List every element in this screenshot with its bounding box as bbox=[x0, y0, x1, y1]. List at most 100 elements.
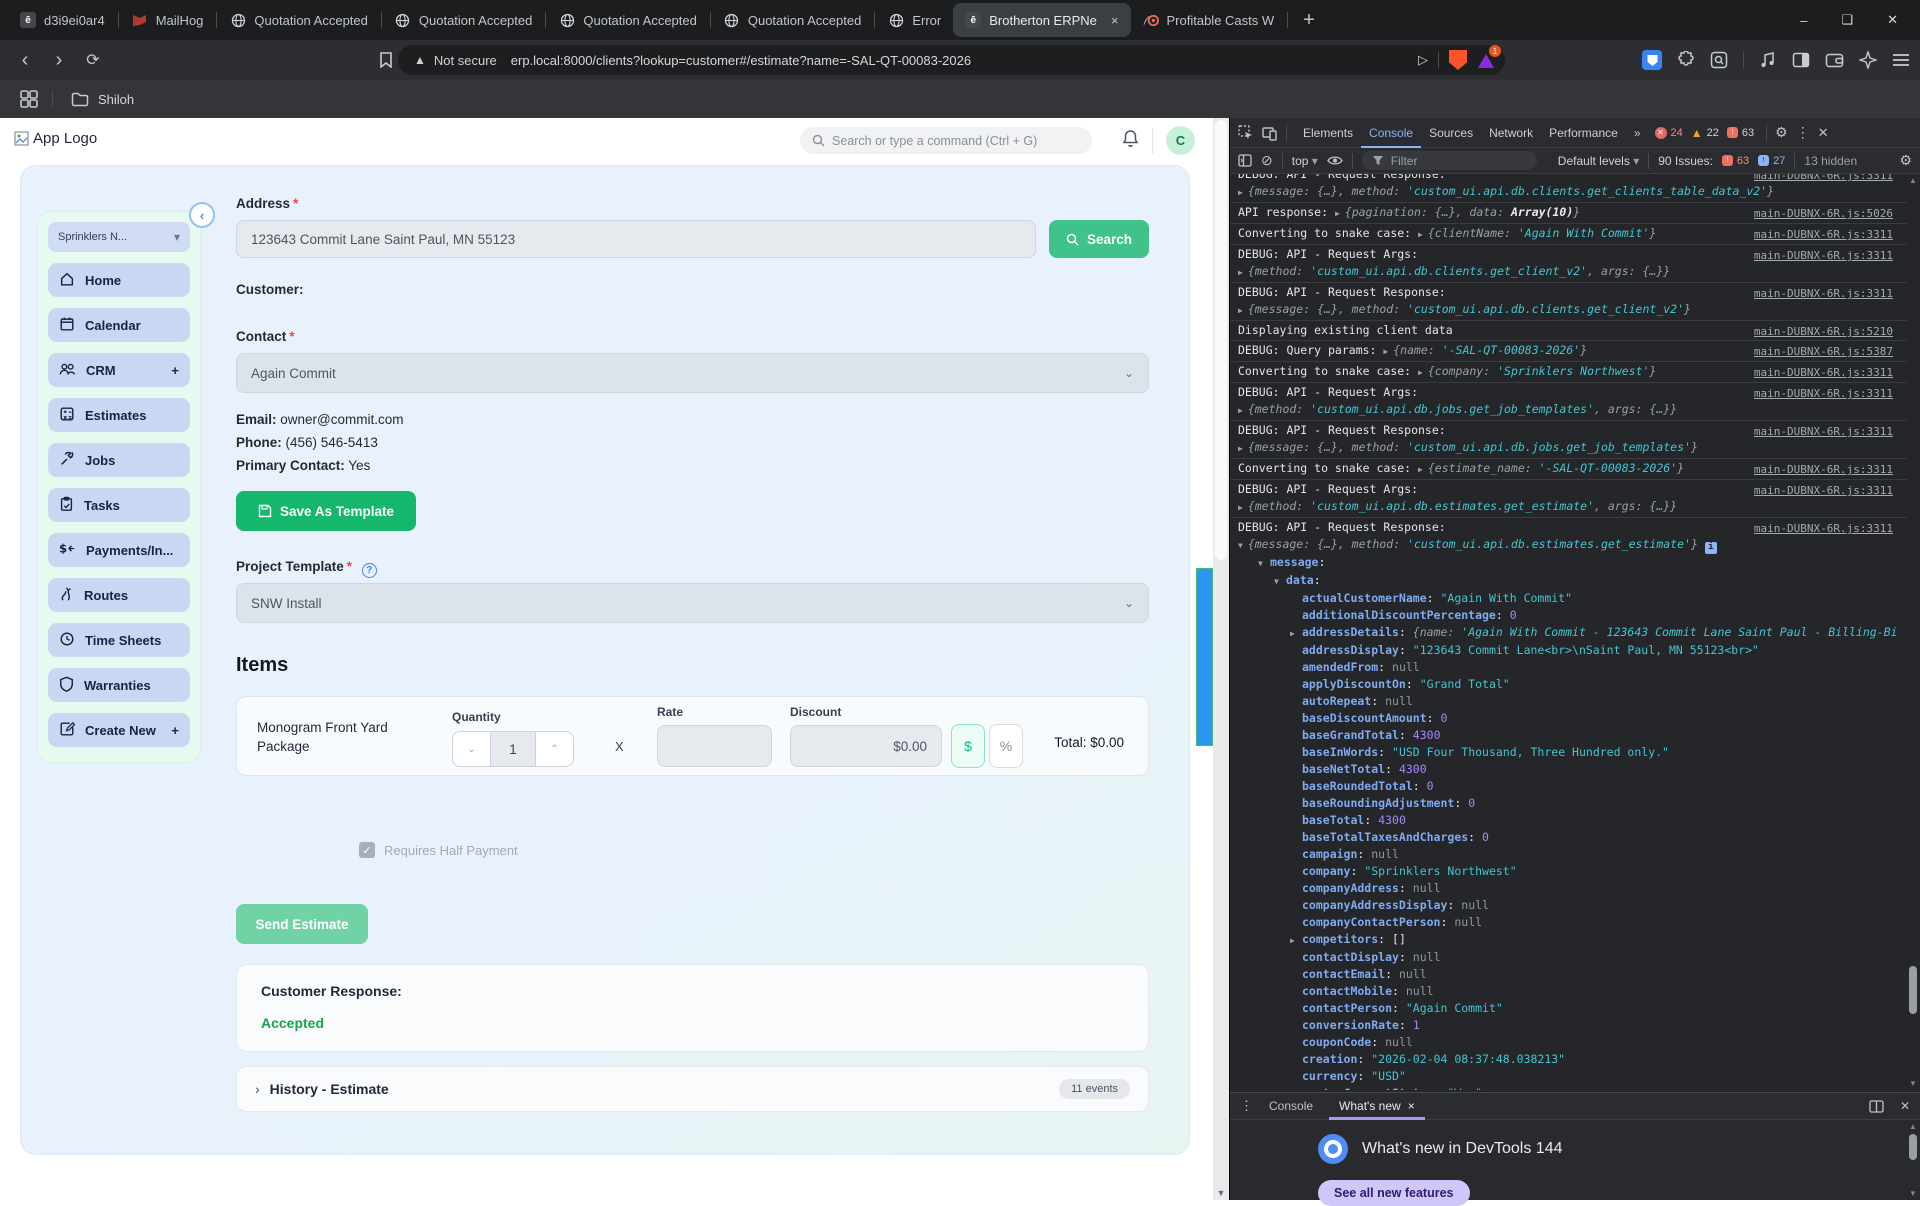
settings-gear-icon[interactable]: ⚙ bbox=[1775, 124, 1788, 141]
more-tabs-icon[interactable]: » bbox=[1634, 126, 1641, 140]
console-entry[interactable]: Converting to snake case: ▶ {estimate_nam… bbox=[1230, 459, 1907, 480]
page-scrollbar-thumb[interactable] bbox=[1215, 120, 1227, 560]
sidebar-item-estimates[interactable]: Estimates bbox=[48, 398, 190, 432]
devtools-scrollbar[interactable]: ▲ ▼ bbox=[1907, 176, 1919, 1088]
sidebar-item-warranties[interactable]: Warranties bbox=[48, 668, 190, 702]
extension-shield-icon[interactable] bbox=[1642, 50, 1662, 70]
source-link[interactable]: main-DUBNX-6R.js:5387 bbox=[1754, 343, 1893, 360]
eye-icon[interactable] bbox=[1327, 155, 1343, 166]
sidebar-item-tasks[interactable]: Tasks bbox=[48, 488, 190, 522]
send-estimate-button[interactable]: Send Estimate bbox=[236, 904, 368, 944]
sidebar-item-time-sheets[interactable]: Time Sheets bbox=[48, 623, 190, 657]
browser-tab[interactable]: Quotation Accepted bbox=[383, 3, 544, 37]
sidebar-item-jobs[interactable]: Jobs bbox=[48, 443, 190, 477]
devtools-tab-sources[interactable]: Sources bbox=[1421, 118, 1481, 148]
page-scrollbar[interactable]: ▼ bbox=[1213, 118, 1229, 1200]
discount-dollar-toggle[interactable]: $ bbox=[951, 724, 985, 768]
sidebar-collapse-button[interactable]: ‹ bbox=[189, 202, 215, 228]
back-icon[interactable]: ‹ bbox=[8, 49, 42, 72]
apps-grid-icon[interactable] bbox=[20, 90, 38, 108]
user-avatar[interactable]: C bbox=[1166, 126, 1195, 155]
url-text[interactable]: erp.local:8000/clients?lookup=customer#/… bbox=[511, 53, 1418, 68]
source-link[interactable]: main-DUBNX-6R.js:3311 bbox=[1754, 226, 1893, 243]
history-accordion[interactable]: › History - Estimate 11 events bbox=[236, 1066, 1149, 1112]
expand-arrow-icon[interactable]: ▶ bbox=[1418, 230, 1423, 239]
devtools-scrollbar-thumb[interactable] bbox=[1909, 966, 1917, 1014]
console-entry[interactable]: DEBUG: API - Request Args: ▶ {method: 'cus… bbox=[1230, 480, 1907, 518]
leo-ai-sparkle-icon[interactable] bbox=[1859, 51, 1877, 69]
search-tabs-icon[interactable] bbox=[1710, 51, 1728, 69]
maximize-icon[interactable]: ❏ bbox=[1841, 12, 1853, 28]
source-link[interactable]: main-DUBNX-6R.js:3311 bbox=[1754, 461, 1893, 478]
devtools-tab-network[interactable]: Network bbox=[1481, 118, 1541, 148]
notifications-bell-icon[interactable] bbox=[1122, 129, 1139, 148]
rate-input[interactable] bbox=[657, 725, 772, 767]
extensions-puzzle-icon[interactable] bbox=[1677, 51, 1695, 69]
bookmark-folder[interactable]: Shiloh bbox=[71, 92, 134, 107]
brave-shield-icon[interactable] bbox=[1449, 50, 1467, 70]
plus-icon[interactable]: + bbox=[171, 363, 179, 378]
kebab-menu-icon[interactable]: ⋮ bbox=[1796, 124, 1810, 141]
new-tab-button[interactable]: + bbox=[1289, 9, 1329, 32]
console-sidebar-icon[interactable] bbox=[1238, 154, 1252, 167]
contact-select[interactable]: Again Commit ⌄ bbox=[236, 353, 1149, 393]
share-icon[interactable]: ▷ bbox=[1418, 52, 1428, 68]
expand-arrow-icon[interactable]: ▶ bbox=[1238, 306, 1243, 315]
sidebar-item-routes[interactable]: Routes bbox=[48, 578, 190, 612]
stepper-down-icon[interactable]: ⌄ bbox=[453, 732, 490, 766]
quantity-value[interactable]: 1 bbox=[489, 732, 537, 766]
expand-arrow-icon[interactable]: ▶ bbox=[1290, 932, 1302, 949]
app-logo[interactable]: App Logo bbox=[14, 130, 97, 147]
expand-arrow-icon[interactable]: ▼ bbox=[1258, 555, 1270, 572]
menu-icon[interactable] bbox=[1892, 53, 1910, 67]
console-entry[interactable]: DEBUG: API - Request Response: ▶ {message:… bbox=[1230, 421, 1907, 459]
warning-count[interactable]: ▲ 22 bbox=[1691, 126, 1719, 140]
expand-arrow-icon[interactable]: ▶ bbox=[1238, 188, 1243, 197]
address-search-button[interactable]: Search bbox=[1049, 220, 1149, 258]
drawer-tab-whats-new[interactable]: What's new × bbox=[1329, 1092, 1425, 1120]
forward-icon[interactable]: › bbox=[42, 49, 76, 72]
console-entry[interactable]: DEBUG: API - Request Response: ▼ {message:… bbox=[1230, 518, 1907, 1090]
console-entry[interactable]: DEBUG: API - Request Response: ▶ {message:… bbox=[1230, 283, 1907, 321]
source-link[interactable]: main-DUBNX-6R.js:3311 bbox=[1754, 423, 1893, 440]
browser-tab[interactable]: Quotation Accepted bbox=[712, 3, 873, 37]
inspect-element-icon[interactable] bbox=[1238, 124, 1254, 141]
drawer-tab-console[interactable]: Console bbox=[1259, 1092, 1323, 1120]
issues-summary[interactable]: 90 Issues: bbox=[1658, 154, 1713, 168]
minimize-icon[interactable]: – bbox=[1800, 13, 1807, 28]
address-input[interactable]: 123643 Commit Lane Saint Paul, MN 55123 bbox=[236, 220, 1036, 258]
log-levels-selector[interactable]: Default levels ▾ bbox=[1558, 154, 1639, 168]
expand-arrow-icon[interactable]: ▶ bbox=[1383, 347, 1388, 356]
rewards-icon[interactable]: 1 bbox=[1477, 45, 1501, 69]
scroll-up-icon[interactable]: ▲ bbox=[1909, 176, 1917, 185]
company-select[interactable]: Sprinklers N... ▾ bbox=[48, 222, 190, 252]
scroll-down-icon[interactable]: ▼ bbox=[1909, 1189, 1917, 1198]
sidebar-panel-icon[interactable] bbox=[1792, 51, 1810, 69]
clear-console-icon[interactable]: ⊘ bbox=[1261, 152, 1273, 169]
error-count[interactable]: ✕ 24 bbox=[1654, 126, 1683, 139]
expand-arrow-icon[interactable]: ▼ bbox=[1274, 573, 1286, 590]
context-selector[interactable]: top ▾ bbox=[1292, 154, 1318, 168]
source-link[interactable]: main-DUBNX-6R.js:3311 bbox=[1754, 385, 1893, 402]
drawer-kebab-icon[interactable]: ⋮ bbox=[1240, 1098, 1253, 1114]
url-bar[interactable]: ▲ Not secure erp.local:8000/clients?look… bbox=[398, 45, 1505, 75]
browser-tab[interactable]: ē Brotherton ERPNe × bbox=[953, 3, 1131, 37]
reload-icon[interactable]: ⟳ bbox=[76, 50, 110, 70]
source-link[interactable]: main-DUBNX-6R.js:5210 bbox=[1754, 323, 1893, 340]
close-tab-icon[interactable]: × bbox=[1408, 1099, 1415, 1113]
sidebar-item-crm[interactable]: CRM + bbox=[48, 353, 190, 387]
browser-tab[interactable]: ē d3i9ei0ar4 bbox=[8, 3, 117, 37]
wallet-icon[interactable] bbox=[1825, 52, 1844, 69]
expand-arrow-icon[interactable]: ▶ bbox=[1418, 465, 1423, 474]
see-all-features-button[interactable]: See all new features bbox=[1318, 1180, 1470, 1206]
discount-input[interactable]: $0.00 bbox=[790, 725, 942, 767]
plus-icon[interactable]: + bbox=[171, 723, 179, 738]
stepper-up-icon[interactable]: ⌃ bbox=[536, 732, 573, 766]
browser-tab[interactable]: Quotation Accepted bbox=[218, 3, 379, 37]
close-window-icon[interactable]: ✕ bbox=[1887, 12, 1898, 28]
console-entry[interactable]: Converting to snake case: ▶ {clientName: … bbox=[1230, 224, 1907, 245]
scroll-up-icon[interactable]: ▲ bbox=[1909, 1122, 1917, 1131]
source-link[interactable]: main-DUBNX-6R.js:5026 bbox=[1754, 205, 1893, 222]
console-entry[interactable]: API response: ▶ {pagination: {…}, data: A… bbox=[1230, 203, 1907, 224]
expand-arrow-icon[interactable]: ▶ bbox=[1238, 444, 1243, 453]
